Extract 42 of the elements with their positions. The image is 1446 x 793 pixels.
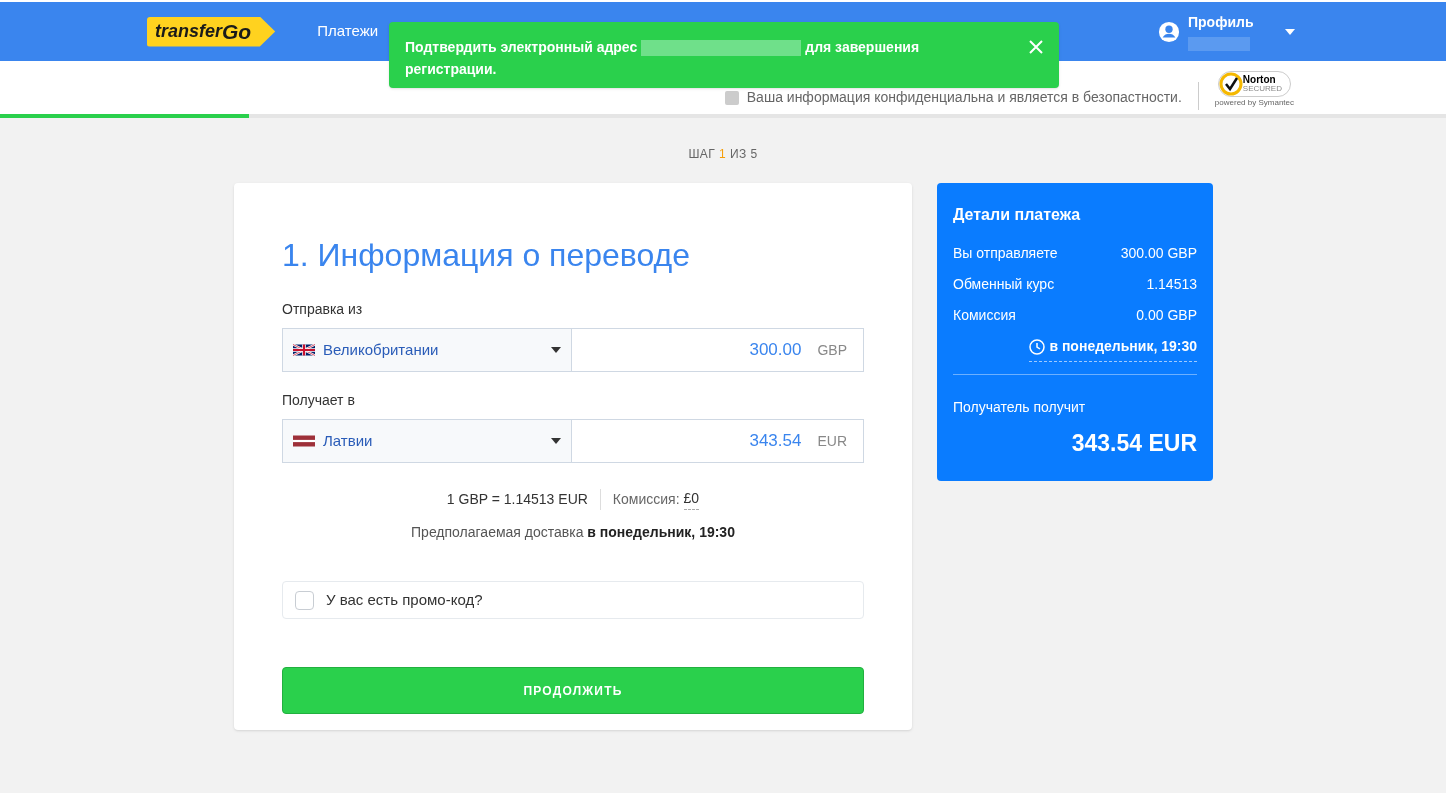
toast-message: Подтвердить электронный адрес для завершения регистрации. <box>405 39 920 77</box>
fee-label: Комиссия: <box>611 489 681 509</box>
details-title: Детали платежа <box>953 205 1082 225</box>
detail-value: 0.00 GBP <box>1136 306 1197 325</box>
caret-icon <box>551 347 561 353</box>
delivery-time: в понедельник, 19:30 <box>1029 336 1197 362</box>
continue-button[interactable]: ПРОДОЛЖИТЬ <box>282 667 864 714</box>
user-icon <box>1158 20 1180 43</box>
receive-amount: 343.54 EUR <box>1070 429 1197 458</box>
redacted-name <box>1188 37 1250 51</box>
flag-icon <box>293 343 315 357</box>
privacy-text: Ваша информация конфиденциальна и является в безопастности. <box>746 88 1182 107</box>
clock-icon <box>1029 338 1046 355</box>
detail-label: Обменный курс <box>953 275 1055 294</box>
exchange-rate: 1 GBP = 1.14513 EUR <box>446 488 601 510</box>
caret-icon <box>551 438 561 444</box>
step-total: 5 <box>750 146 758 163</box>
close-icon[interactable] <box>1029 40 1043 54</box>
logo[interactable]: transferGo <box>147 16 276 47</box>
checkbox[interactable] <box>295 590 314 610</box>
caret-icon[interactable] <box>1284 27 1296 36</box>
step-label: ШАГ <box>688 146 715 163</box>
detail-value: 300.00 GBP <box>1120 244 1197 263</box>
country-select[interactable]: Великобритании <box>282 328 572 372</box>
form-title: 1. Информация о переводе <box>282 236 691 275</box>
nav-link[interactable]: Платежи <box>317 20 379 43</box>
field-label: Получает в <box>282 391 356 410</box>
step-current: 1 <box>718 146 726 163</box>
receive-label: Получатель получит <box>953 398 1087 417</box>
field-label: Отправка из <box>282 300 364 319</box>
profile-label[interactable]: Профиль <box>1188 12 1252 33</box>
amount-field[interactable]: 300.00 GBP <box>572 328 864 372</box>
detail-label: Вы отправляете <box>953 244 1058 263</box>
promo-option[interactable]: У вас есть промо-код? <box>282 581 864 619</box>
fee-value: £0 <box>683 488 700 510</box>
detail-label: Комиссия <box>953 306 1016 325</box>
amount-field[interactable]: 343.54 EUR <box>572 419 864 463</box>
flag-icon <box>293 434 315 448</box>
step-of: ИЗ <box>729 146 747 163</box>
delivery-estimate: Предполагаемая доставка в понедельник, 19:30 <box>410 523 736 542</box>
country-select[interactable]: Латвии <box>282 419 572 463</box>
detail-value: 1.14513 <box>1146 275 1197 294</box>
